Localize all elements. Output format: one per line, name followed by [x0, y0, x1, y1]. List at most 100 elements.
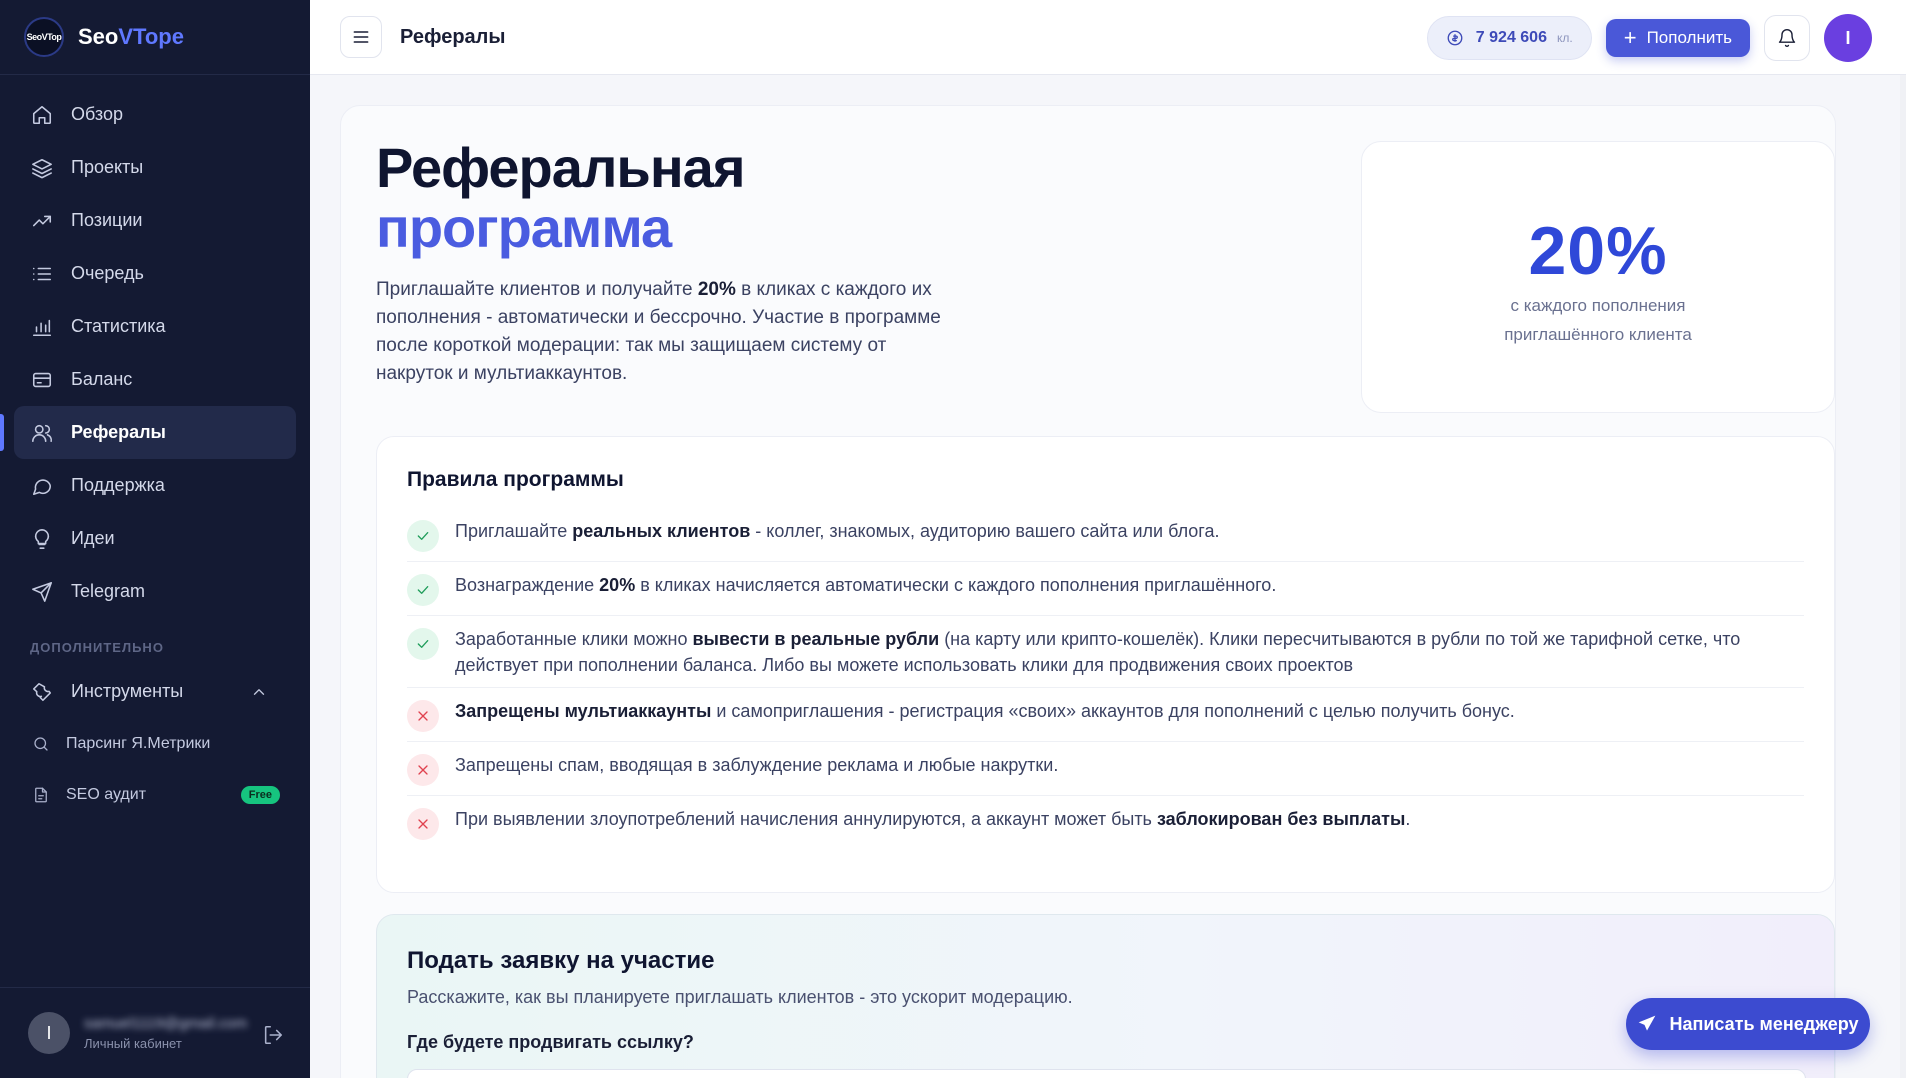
file-icon	[35, 787, 47, 802]
rules-title: Правила программы	[407, 468, 624, 491]
rule-item: Заработанные клики можно вывести в реаль…	[407, 616, 1804, 688]
sidebar-item-telegram[interactable]: Telegram	[14, 565, 296, 618]
rule-bold: 20%	[599, 575, 636, 595]
promo-field-label: Где будете продвигать ссылку?	[407, 1032, 694, 1052]
sidebar-item-positions[interactable]: Позиции	[14, 194, 296, 247]
logo: SeoVTop	[24, 17, 64, 57]
hero-title-line1: Реферальная	[376, 136, 746, 199]
rule-text: .	[1405, 809, 1411, 829]
brand[interactable]: SeoVTop SeoVTope	[0, 0, 310, 75]
rule-text: и самоприглашения - регистрация «своих» …	[711, 701, 1515, 721]
rule-item: Запрещены спам, вводящая в заблуждение р…	[407, 742, 1804, 796]
rule-item: Вознаграждение 20% в кликах начисляется …	[407, 562, 1804, 616]
trending-icon	[32, 215, 52, 226]
wallet-icon	[32, 372, 52, 387]
wrench-icon	[32, 682, 52, 701]
topup-label: Пополнить	[1646, 28, 1732, 47]
hero-desc-bold: 20%	[697, 279, 736, 300]
profile-email: samuel1119@gmail.com	[84, 1015, 248, 1032]
write-manager-button[interactable]: Написать менеджеру	[1626, 998, 1870, 1050]
sidebar-item-label: Telegram	[71, 581, 146, 601]
application-subtitle: Расскажите, как вы планируете приглашать…	[407, 987, 1073, 1007]
sidebar-item-label: Проекты	[71, 157, 144, 177]
check-icon	[407, 628, 439, 660]
rule-text: - коллег, знакомых, аудиторию вашего сай…	[750, 521, 1220, 541]
users-icon	[32, 424, 53, 442]
chevron-up-icon[interactable]	[250, 683, 268, 701]
layers-icon	[32, 158, 52, 178]
search-icon	[34, 736, 48, 751]
sidebar-item-label: Очередь	[71, 263, 144, 283]
list-icon	[32, 267, 52, 280]
sidebar-item-label: Поддержка	[71, 475, 165, 495]
hero-description: Приглашайте клиентов и получайте 20% в к…	[376, 276, 966, 388]
rules-card: Правила программы Приглашайте реальных к…	[376, 436, 1835, 893]
rule-text: Приглашайте	[455, 521, 573, 541]
sidebar-item-statistics[interactable]: Статистика	[14, 300, 296, 353]
page-title: Рефералы	[400, 25, 506, 48]
sidebar-item-label: Баланс	[71, 369, 133, 389]
hero-title: Реферальная программа	[376, 136, 746, 259]
hero-desc-part1: Приглашайте клиентов и получайте	[376, 279, 698, 300]
cross-icon	[407, 808, 439, 840]
sidebar-item-label: Статистика	[71, 316, 166, 336]
send-icon	[1639, 1015, 1656, 1031]
hamburger-icon	[353, 31, 369, 43]
rule-text: в кликах начисляется автоматически с каж…	[635, 575, 1277, 595]
sidebar-item-queue[interactable]: Очередь	[14, 247, 296, 300]
write-manager-label: Написать менеджеру	[1669, 1013, 1859, 1034]
sidebar-item-projects[interactable]: Проекты	[14, 141, 296, 194]
rule-bold: заблокирован без выплаты	[1156, 809, 1406, 829]
chat-icon	[32, 478, 52, 495]
coin-icon	[1447, 30, 1463, 46]
profile-subtitle: Личный кабинет	[84, 1036, 182, 1051]
bell-icon	[1778, 29, 1796, 47]
sidebar-item-referrals[interactable]: Рефералы	[0, 406, 296, 459]
sidebar-item-tools[interactable]: Инструменты	[14, 665, 296, 718]
rule-bold: реальных клиентов	[572, 521, 751, 541]
section-title: ДОПОЛНИТЕЛЬНО	[30, 640, 164, 655]
hero-title-line2: программа	[376, 196, 672, 259]
sidebar-item-balance[interactable]: Баланс	[14, 353, 296, 406]
rule-text: Запрещены спам, вводящая в заблуждение р…	[455, 755, 1059, 775]
notifications-button[interactable]	[1764, 15, 1810, 61]
rule-text: При выявлении злоупотреблений начисления…	[455, 809, 1157, 829]
plus-icon: +	[1623, 25, 1637, 50]
free-badge: Free	[240, 785, 280, 804]
application-title: Подать заявку на участие	[407, 947, 715, 974]
sidebar-item-overview[interactable]: Обзор	[14, 88, 296, 141]
sidebar-item-label: Обзор	[71, 104, 123, 124]
menu-toggle-button[interactable]	[340, 16, 382, 58]
profile-footer[interactable]: I samuel1119@gmail.com Личный кабинет	[0, 987, 310, 1078]
logout-button[interactable]	[262, 1024, 284, 1051]
rule-item: При выявлении злоупотреблений начисления…	[407, 796, 1804, 849]
balance-unit: кл.	[1556, 31, 1573, 45]
avatar: I	[28, 1012, 70, 1054]
telegram-icon	[32, 581, 52, 602]
brand-name-part2: VTope	[118, 24, 184, 49]
brand-name-part1: Seo	[78, 24, 119, 49]
logout-icon	[264, 1025, 283, 1045]
user-avatar[interactable]: I	[1824, 14, 1872, 62]
balance-chip[interactable]: 7 924 606 кл.	[1426, 16, 1592, 60]
scrollbar[interactable]	[1900, 75, 1906, 1078]
sidebar-subitem-seo-audit[interactable]: SEO аудит Free	[0, 769, 310, 820]
rule-item: Запрещены мультиаккаунты и самоприглашен…	[407, 688, 1804, 742]
sidebar-subitem-label: Парсинг Я.Метрики	[66, 734, 211, 752]
lightbulb-icon	[34, 528, 50, 549]
rule-bold: вывести в реальные рубли	[692, 629, 940, 649]
reward-caption-2: приглашённого клиента	[1504, 325, 1692, 344]
home-icon	[32, 105, 52, 124]
sidebar-item-support[interactable]: Поддержка	[14, 459, 296, 512]
promo-location-input[interactable]	[407, 1069, 1806, 1078]
application-card: Подать заявку на участие Расскажите, как…	[376, 914, 1835, 1078]
sidebar-item-ideas[interactable]: Идеи	[14, 512, 296, 565]
rule-item: Приглашайте реальных клиентов - коллег, …	[407, 508, 1804, 562]
sidebar-item-label: Инструменты	[71, 681, 184, 701]
sidebar-item-label: Рефералы	[71, 422, 166, 442]
reward-caption-1: с каждого пополнения	[1510, 296, 1686, 315]
topup-button[interactable]: + Пополнить	[1605, 19, 1750, 57]
sidebar-subitem-metrika-parsing[interactable]: Парсинг Я.Метрики	[0, 718, 310, 769]
rule-bold: Запрещены мультиаккаунты	[455, 701, 712, 721]
sidebar-item-label: Позиции	[71, 210, 143, 230]
